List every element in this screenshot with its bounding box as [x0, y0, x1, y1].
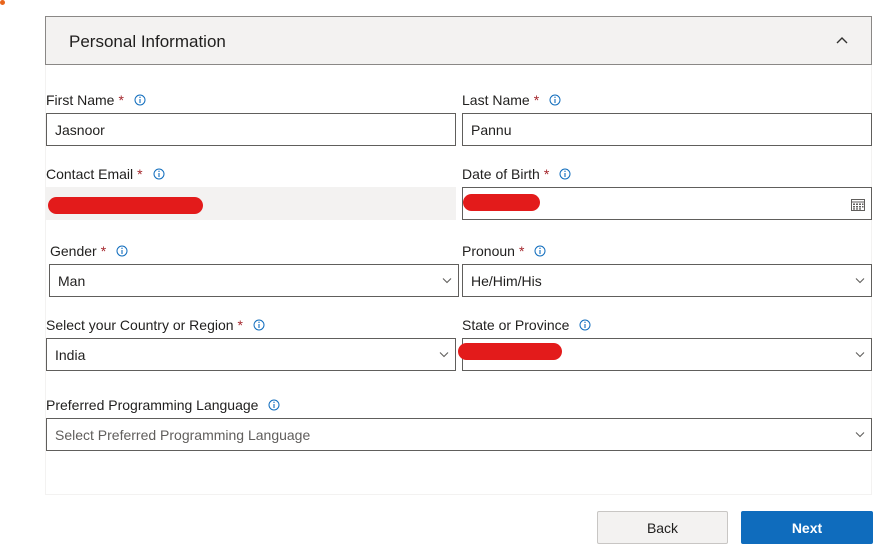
last-name-label-text: Last Name [462, 92, 530, 108]
section-header[interactable]: Personal Information [45, 16, 872, 65]
info-icon[interactable] [268, 399, 280, 411]
redaction-mark [48, 197, 203, 214]
info-icon[interactable] [116, 245, 128, 257]
required-marker: * [518, 243, 525, 259]
first-name-label-text: First Name [46, 92, 115, 108]
required-marker: * [533, 92, 540, 108]
pronoun-value: He/Him/His [471, 272, 542, 289]
language-select[interactable]: Select Preferred Programming Language [46, 418, 872, 451]
info-icon[interactable] [153, 168, 165, 180]
section-title: Personal Information [69, 32, 226, 51]
country-value: India [55, 346, 86, 363]
info-icon[interactable] [534, 245, 546, 257]
contact-email-label-text: Contact Email [46, 166, 134, 182]
chevron-down-icon [855, 278, 865, 284]
corner-dot [0, 0, 5, 5]
calendar-icon[interactable] [851, 198, 865, 211]
gender-label-text: Gender [50, 243, 97, 259]
chevron-up-icon[interactable] [835, 35, 849, 45]
state-label-text: State or Province [462, 317, 570, 333]
date-of-birth-label: Date of Birth * [462, 166, 571, 182]
state-label: State or Province [462, 317, 591, 333]
date-of-birth-label-text: Date of Birth [462, 166, 540, 182]
info-icon[interactable] [559, 168, 571, 180]
last-name-field[interactable]: Pannu [462, 113, 872, 146]
language-label-text: Preferred Programming Language [46, 397, 259, 413]
required-marker: * [118, 92, 124, 108]
first-name-field[interactable]: Jasnoor [46, 113, 456, 146]
last-name-value: Pannu [471, 121, 512, 138]
required-marker: * [237, 317, 243, 333]
country-label-text: Select your Country or Region [46, 317, 234, 333]
country-select[interactable]: India [46, 338, 456, 371]
contact-email-label: Contact Email * [46, 166, 165, 182]
info-icon[interactable] [134, 94, 146, 106]
info-icon[interactable] [579, 319, 591, 331]
language-label: Preferred Programming Language [46, 397, 280, 413]
gender-value: Man [58, 272, 86, 289]
chevron-down-icon [855, 432, 865, 438]
back-button[interactable]: Back [597, 511, 728, 544]
gender-select[interactable]: Man [49, 264, 459, 297]
chevron-down-icon [442, 278, 452, 284]
language-placeholder: Select Preferred Programming Language [55, 426, 311, 443]
pronoun-label: Pronoun * [462, 243, 546, 259]
info-icon[interactable] [549, 94, 561, 106]
pronoun-select[interactable]: He/Him/His [462, 264, 872, 297]
info-icon[interactable] [253, 319, 265, 331]
chevron-down-icon [439, 352, 449, 358]
first-name-label: First Name * [46, 92, 146, 108]
first-name-value: Jasnoor [55, 121, 105, 138]
pronoun-label-text: Pronoun [462, 243, 515, 259]
next-button[interactable]: Next [741, 511, 873, 544]
redaction-mark [458, 343, 562, 360]
chevron-down-icon [855, 352, 865, 358]
redaction-mark [463, 194, 540, 211]
required-marker: * [543, 166, 550, 182]
required-marker: * [137, 166, 143, 182]
last-name-label: Last Name * [462, 92, 561, 108]
gender-label: Gender * [50, 243, 128, 259]
required-marker: * [100, 243, 107, 259]
country-label: Select your Country or Region * [46, 317, 265, 333]
